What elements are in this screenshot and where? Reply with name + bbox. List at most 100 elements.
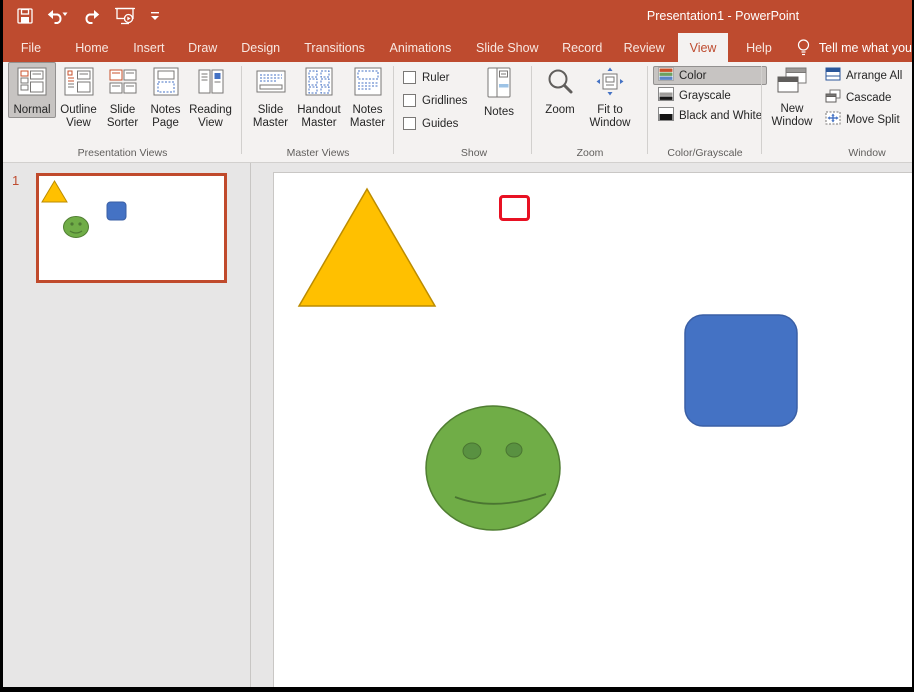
notes-master-icon xyxy=(353,67,383,101)
group-label: Presentation Views xyxy=(5,147,240,159)
tab-record[interactable]: Record xyxy=(556,33,608,62)
redo-icon[interactable] xyxy=(83,5,100,27)
tab-draw[interactable]: Draw xyxy=(183,33,223,62)
zoom-button[interactable]: Zoom xyxy=(537,62,583,118)
tab-view[interactable]: View xyxy=(678,33,728,62)
move-split-button[interactable]: Move Split xyxy=(820,110,907,129)
tab-design[interactable]: Design xyxy=(237,33,285,62)
button-label: Cascade xyxy=(846,92,891,104)
notes-button[interactable]: Notes xyxy=(477,62,521,120)
button-label: Notes Master xyxy=(346,104,389,130)
group-presentation-views: Normal Outline View xyxy=(5,62,240,162)
button-label: Color xyxy=(679,70,706,82)
button-label: Normal xyxy=(13,104,50,117)
group-label: Show xyxy=(439,147,509,159)
normal-view-button[interactable]: Normal xyxy=(8,62,56,118)
group-separator xyxy=(647,66,648,154)
group-show: Ruler Gridlines Guides Notes Sh xyxy=(395,62,531,162)
reading-view-button[interactable]: Reading View xyxy=(187,62,234,131)
slide-sorter-button[interactable]: Slide Sorter xyxy=(101,62,144,131)
tab-animations[interactable]: Animations xyxy=(385,33,457,62)
notes-master-button[interactable]: Notes Master xyxy=(345,62,390,131)
arrange-all-icon xyxy=(825,67,841,84)
gridlines-checkbox[interactable] xyxy=(403,94,416,107)
guides-checkbox-row[interactable]: Guides xyxy=(403,117,458,130)
button-label: Reading View xyxy=(188,104,233,130)
button-label: Handout Master xyxy=(294,104,344,130)
handout-master-button[interactable]: Handout Master xyxy=(293,62,345,131)
group-label: Master Views xyxy=(244,147,392,159)
ribbon: Normal Outline View xyxy=(3,62,912,163)
notes-page-button[interactable]: Notes Page xyxy=(144,62,187,131)
new-window-button[interactable]: New Window xyxy=(767,62,817,130)
group-label: Window xyxy=(832,147,902,159)
notes-icon xyxy=(485,67,513,103)
cascade-button[interactable]: Cascade xyxy=(820,88,907,107)
arrange-all-button[interactable]: Arrange All xyxy=(820,66,907,85)
window-title: Presentation1 - PowerPoint xyxy=(523,0,914,33)
gridlines-checkbox-row[interactable]: Gridlines xyxy=(403,94,467,107)
outline-view-icon xyxy=(64,67,94,101)
button-label: Slide Sorter xyxy=(102,104,143,130)
group-separator xyxy=(393,66,394,154)
handout-master-icon xyxy=(304,67,334,101)
button-label: Arrange All xyxy=(846,70,902,82)
tab-review[interactable]: Review xyxy=(618,33,670,62)
zoom-icon xyxy=(546,67,574,101)
color-button[interactable]: Color xyxy=(653,66,767,85)
button-label: Slide Master xyxy=(249,104,292,130)
tab-slide-show[interactable]: Slide Show xyxy=(470,33,544,62)
tab-transitions[interactable]: Transitions xyxy=(299,33,371,62)
slide-master-button[interactable]: Slide Master xyxy=(248,62,293,131)
black-and-white-button[interactable]: Black and White xyxy=(653,106,767,125)
button-label: Zoom xyxy=(545,104,574,117)
customize-qat-icon[interactable] xyxy=(150,5,160,27)
reading-view-icon xyxy=(196,67,226,101)
panel-scrollbar-track[interactable] xyxy=(250,163,251,687)
slide-canvas[interactable] xyxy=(273,172,912,687)
group-color-grayscale: Color Grayscale Black and White xyxy=(649,62,761,162)
start-slideshow-icon[interactable] xyxy=(114,5,136,27)
button-label: Notes xyxy=(484,106,514,119)
tab-home[interactable]: Home xyxy=(69,33,115,62)
undo-icon[interactable] xyxy=(47,5,69,27)
undo-dropdown-icon xyxy=(63,13,68,17)
tab-help[interactable]: Help xyxy=(738,33,780,62)
group-window: New Window Arrange All Cascade xyxy=(763,62,912,162)
button-label: Move Split xyxy=(846,114,900,126)
save-icon[interactable] xyxy=(17,5,33,27)
thumb-triangle xyxy=(42,181,67,202)
tell-me-search[interactable]: Tell me what you xyxy=(819,33,912,62)
title-bar: Presentation1 - PowerPoint xyxy=(3,0,912,33)
fit-to-window-button[interactable]: Fit to Window xyxy=(583,62,637,131)
tab-insert[interactable]: Insert xyxy=(127,33,171,62)
rounded-square-shape[interactable] xyxy=(685,315,797,426)
button-label: New Window xyxy=(768,103,816,129)
ruler-checkbox[interactable] xyxy=(403,71,416,84)
normal-view-icon xyxy=(17,67,47,101)
new-window-icon xyxy=(777,67,807,100)
group-separator xyxy=(531,66,532,154)
checkbox-label: Guides xyxy=(422,118,458,130)
button-label: Outline View xyxy=(57,104,100,130)
slide-1-thumbnail[interactable] xyxy=(36,173,227,283)
quick-access-toolbar xyxy=(17,5,160,27)
slide-thumbnail-panel[interactable]: 1 xyxy=(3,163,273,687)
outline-view-button[interactable]: Outline View xyxy=(56,62,101,131)
triangle-shape[interactable] xyxy=(299,189,435,306)
ruler-checkbox-row[interactable]: Ruler xyxy=(403,71,449,84)
grayscale-button[interactable]: Grayscale xyxy=(653,86,767,105)
ribbon-tab-row: File Home Insert Draw Design Transitions… xyxy=(3,33,912,62)
button-label: Fit to Window xyxy=(584,104,636,130)
notes-page-icon xyxy=(151,67,181,101)
smiley-face-shape[interactable] xyxy=(426,406,560,530)
tab-file[interactable]: File xyxy=(11,33,51,62)
red-highlight-annotation xyxy=(499,195,530,221)
guides-checkbox[interactable] xyxy=(403,117,416,130)
black-and-white-icon xyxy=(658,107,674,124)
grayscale-icon xyxy=(658,87,674,104)
workspace: 1 xyxy=(3,163,912,687)
group-zoom: Zoom Fit to Window Zoom xyxy=(533,62,647,162)
color-icon xyxy=(658,67,674,84)
thumb-square xyxy=(107,202,126,220)
